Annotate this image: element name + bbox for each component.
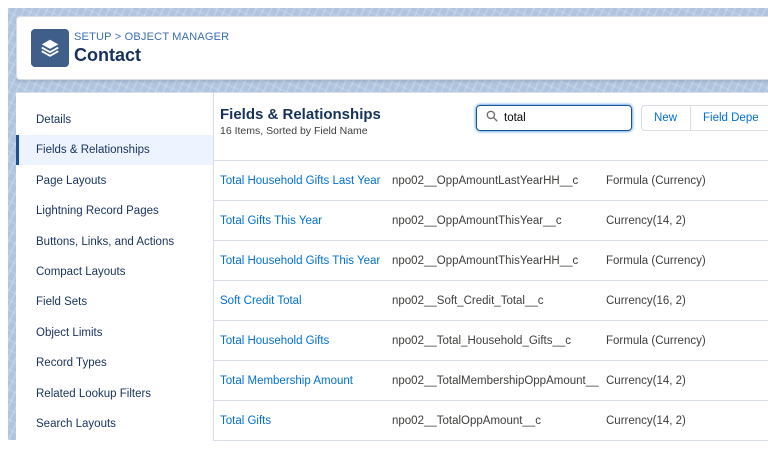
field-api-name: npo02__TotalOppAmount__c (392, 415, 541, 427)
breadcrumb-object-manager[interactable]: OBJECT MANAGER (125, 31, 230, 43)
section-title: Fields & Relationships (220, 106, 381, 123)
field-api-name: npo02__TotalMembershipOppAmount__ (392, 375, 599, 387)
field-data-type: Currency(14, 2) (606, 415, 686, 427)
new-field-button[interactable]: New (641, 105, 691, 131)
sidebar-item-search-layouts[interactable]: Search Layouts (16, 409, 213, 439)
quick-find-search[interactable] (476, 105, 632, 131)
field-data-type: Currency(14, 2) (606, 375, 686, 387)
field-label-link[interactable]: Total Gifts (220, 401, 390, 441)
object-header: SETUP > OBJECT MANAGER Contact (16, 16, 768, 80)
table-row: Total Gifts This Year npo02__OppAmountTh… (214, 201, 768, 241)
item-count: 16 Items, Sorted by Field Name (220, 125, 368, 137)
sidebar: Details Fields & Relationships Page Layo… (16, 93, 214, 441)
sidebar-item-fields-relationships[interactable]: Fields & Relationships (16, 135, 213, 165)
field-api-name: npo02__Soft_Credit_Total__c (392, 295, 544, 307)
search-input[interactable] (504, 112, 624, 124)
field-label-link[interactable]: Total Household Gifts This Year (220, 241, 390, 281)
field-data-type: Formula (Currency) (606, 175, 706, 187)
breadcrumb: SETUP > OBJECT MANAGER (74, 31, 229, 43)
main-content: Fields & Relationships 16 Items, Sorted … (214, 93, 768, 441)
field-label-link[interactable]: Total Membership Amount (220, 361, 390, 401)
field-data-type: Currency(14, 2) (606, 215, 686, 227)
page-title: Contact (74, 45, 141, 65)
layers-icon (31, 29, 69, 67)
table-row: Total Household Gifts npo02__Total_House… (214, 321, 768, 361)
field-api-name: npo02__OppAmountLastYearHH__c (392, 175, 579, 187)
breadcrumb-separator: > (114, 31, 122, 43)
field-label-link[interactable]: Total Household Gifts Last Year (220, 161, 390, 201)
sidebar-item-details[interactable]: Details (16, 105, 213, 135)
field-api-name: npo02__Total_Household_Gifts__c (392, 335, 572, 347)
sidebar-item-lightning-record-pages[interactable]: Lightning Record Pages (16, 196, 213, 226)
sidebar-item-record-types[interactable]: Record Types (16, 348, 213, 378)
field-api-name: npo02__OppAmountThisYear__c (392, 215, 562, 227)
table-row: Total Gifts npo02__TotalOppAmount__c Cur… (214, 401, 768, 441)
field-label-link[interactable]: Total Household Gifts (220, 321, 390, 361)
field-data-type: Formula (Currency) (606, 255, 706, 267)
sidebar-item-field-sets[interactable]: Field Sets (16, 287, 213, 317)
sidebar-item-buttons-links-actions[interactable]: Buttons, Links, and Actions (16, 227, 213, 257)
field-api-name: npo02__OppAmountThisYearHH__c (392, 255, 579, 267)
content-panel: Details Fields & Relationships Page Layo… (16, 92, 768, 441)
sidebar-item-related-lookup-filters[interactable]: Related Lookup Filters (16, 379, 213, 409)
field-data-type: Currency(16, 2) (606, 295, 686, 307)
sidebar-item-object-limits[interactable]: Object Limits (16, 318, 213, 348)
table-row: Soft Credit Total npo02__Soft_Credit_Tot… (214, 281, 768, 321)
table-row: Total Household Gifts Last Year npo02__O… (214, 161, 768, 201)
breadcrumb-setup[interactable]: SETUP (74, 31, 111, 43)
sidebar-item-page-layouts[interactable]: Page Layouts (16, 166, 213, 196)
field-data-type: Formula (Currency) (606, 335, 706, 347)
table-row: Total Membership Amount npo02__TotalMemb… (214, 361, 768, 401)
field-label-link[interactable]: Total Gifts This Year (220, 201, 390, 241)
field-dependencies-button[interactable]: Field Depe (690, 105, 768, 131)
field-label-link[interactable]: Soft Credit Total (220, 281, 390, 321)
sidebar-item-compact-layouts[interactable]: Compact Layouts (16, 257, 213, 287)
search-icon (486, 109, 498, 127)
table-row: Total Household Gifts This Year npo02__O… (214, 241, 768, 281)
